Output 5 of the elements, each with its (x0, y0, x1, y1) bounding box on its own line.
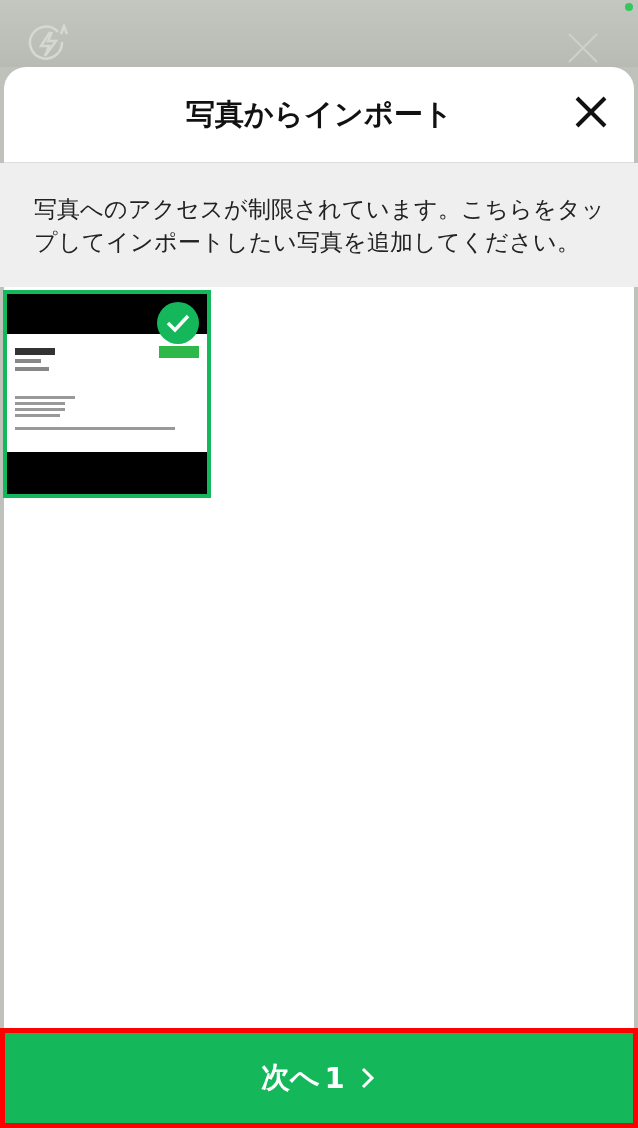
indicator-dot (625, 3, 633, 11)
sheet-title: 写真からインポート (185, 95, 453, 133)
check-icon (157, 302, 199, 344)
access-notice[interactable]: 写真へのアクセスが制限されています。こちらをタップしてインポートしたい写真を追加してください。 (0, 163, 638, 287)
close-button[interactable] (574, 95, 608, 129)
